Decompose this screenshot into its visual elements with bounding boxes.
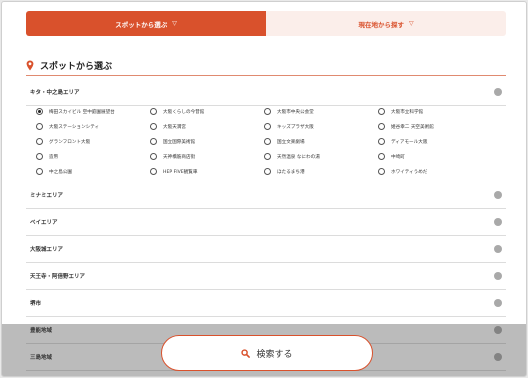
radio-icon[interactable] [150, 138, 157, 145]
radio-icon[interactable] [264, 138, 271, 145]
spot-label: 中崎町 [391, 154, 405, 160]
spot-option[interactable]: ホワイティうめだ [378, 168, 427, 175]
spot-label: 梅田スカイビル 空中庭園展望台 [49, 109, 115, 115]
search-button-label: 検索する [256, 349, 293, 360]
radio-icon[interactable] [264, 123, 271, 130]
spot-option[interactable]: 中之島公園 [36, 168, 72, 175]
radio-icon[interactable] [378, 153, 385, 160]
toggle-dot-icon [494, 191, 502, 199]
area-label: キタ・中之島エリア [30, 90, 80, 96]
area-osakajo[interactable]: 大阪城エリア [26, 236, 506, 263]
radio-icon[interactable] [36, 108, 43, 115]
spot-option[interactable]: ディアモール大阪 [378, 138, 427, 145]
spot-option[interactable]: 大阪くらしの今昔館 [150, 108, 204, 115]
chevron-down-icon: ▽ [408, 20, 414, 27]
spot-option[interactable]: 大阪ステーションシティ [36, 123, 99, 130]
area-label: 堺市 [30, 301, 42, 307]
area-bay[interactable]: ベイエリア [26, 209, 506, 236]
radio-icon[interactable] [378, 123, 385, 130]
spot-option[interactable]: 造幣 [36, 153, 58, 160]
spot-option[interactable]: 天然温泉 なにわの湯 [264, 153, 320, 160]
tab-current-location[interactable]: 現在地から探す ▽ [266, 11, 506, 36]
radio-icon[interactable] [150, 123, 157, 130]
spot-option[interactable]: グランフロント大阪 [36, 138, 90, 145]
spot-label: キッズプラザ大阪 [277, 124, 314, 130]
radio-icon[interactable] [36, 123, 43, 130]
spot-label: 姫谷幸二 天空美術館 [391, 124, 434, 130]
spot-option[interactable]: 大阪市中央公会堂 [264, 108, 314, 115]
spot-label: 造幣 [49, 154, 59, 160]
spot-label: 大阪くらしの今昔館 [163, 109, 205, 115]
spot-label: 国立国際美術館 [163, 139, 196, 145]
tab-spot-label: スポットから選ぶ [115, 20, 168, 29]
spot-label: 国立文楽劇場 [277, 139, 305, 145]
spot-option[interactable]: HEP FIVE観覧車 [150, 168, 197, 175]
spot-label: 大阪市立科学館 [391, 109, 424, 115]
radio-icon[interactable] [150, 168, 157, 175]
spot-option[interactable]: 姫谷幸二 天空美術館 [378, 123, 434, 130]
section-heading: スポットから選ぶ [26, 56, 506, 76]
radio-icon[interactable] [36, 138, 43, 145]
area-label: ベイエリア [30, 220, 58, 226]
spot-label: 中之島公園 [49, 169, 72, 175]
radio-icon[interactable] [264, 153, 271, 160]
tab-spot[interactable]: スポットから選ぶ ▽ [26, 11, 266, 36]
tab-bar: スポットから選ぶ ▽ 現在地から探す ▽ [26, 11, 506, 36]
tab-current-location-label: 現在地から探す [358, 20, 404, 29]
radio-icon[interactable] [378, 168, 385, 175]
spot-label: 天然温泉 なにわの湯 [277, 154, 320, 160]
toggle-dot-icon [494, 218, 502, 226]
radio-icon[interactable] [264, 108, 271, 115]
spot-option[interactable]: キッズプラザ大阪 [264, 123, 314, 130]
radio-icon[interactable] [150, 108, 157, 115]
spot-option[interactable]: 中崎町 [378, 153, 405, 160]
spot-label: HEP FIVE観覧車 [163, 169, 198, 175]
spot-option[interactable]: 大阪天満宮 [150, 123, 186, 130]
area-minami[interactable]: ミナミエリア [26, 182, 506, 209]
spot-label: 天神橋筋商店街 [163, 154, 196, 160]
toggle-dot-icon [494, 245, 502, 253]
toggle-dot-icon [494, 299, 502, 307]
spot-option[interactable]: 大阪市立科学館 [378, 108, 423, 115]
spot-option[interactable]: ほたるまち港 [264, 168, 305, 175]
radio-icon[interactable] [150, 153, 157, 160]
spot-label: ホワイティうめだ [391, 169, 428, 175]
spot-label: 大阪市中央公会堂 [277, 109, 314, 115]
toggle-dot-icon [494, 272, 502, 280]
spot-option[interactable]: 梅田スカイビル 空中庭園展望台 [36, 108, 115, 115]
radio-icon[interactable] [264, 168, 271, 175]
section-title: スポットから選ぶ [40, 62, 113, 72]
area-label: 天王寺・阿倍野エリア [30, 274, 86, 280]
spot-label: 大阪ステーションシティ [49, 124, 100, 130]
search-icon [241, 348, 251, 358]
spot-label: ほたるまち港 [277, 169, 305, 175]
radio-icon[interactable] [378, 108, 385, 115]
spot-option[interactable]: 天神橋筋商店街 [150, 153, 195, 160]
area-tennoji[interactable]: 天王寺・阿倍野エリア [26, 263, 506, 290]
spot-label: ディアモール大阪 [391, 139, 428, 145]
map-pin-icon [26, 60, 34, 71]
area-label: 大阪城エリア [30, 247, 64, 253]
search-button[interactable]: 検索する [161, 335, 373, 371]
spot-label: グランフロント大阪 [49, 139, 91, 145]
chevron-down-icon: ▽ [172, 20, 177, 27]
radio-icon[interactable] [36, 153, 43, 160]
area-sakai[interactable]: 堺市 [26, 290, 506, 317]
spot-label: 大阪天満宮 [163, 124, 186, 130]
radio-icon[interactable] [378, 138, 385, 145]
radio-icon[interactable] [36, 168, 43, 175]
area-label: ミナミエリア [30, 193, 64, 199]
spot-option[interactable]: 国立国際美術館 [150, 138, 195, 145]
spot-option[interactable]: 国立文楽劇場 [264, 138, 305, 145]
area-kita[interactable]: キタ・中之島エリア [26, 79, 506, 106]
toggle-dot-icon [494, 88, 502, 96]
app-frame: スポットから選ぶ ▽ 現在地から探す ▽ スポットから選ぶ キタ・中之島エリア … [1, 1, 527, 377]
